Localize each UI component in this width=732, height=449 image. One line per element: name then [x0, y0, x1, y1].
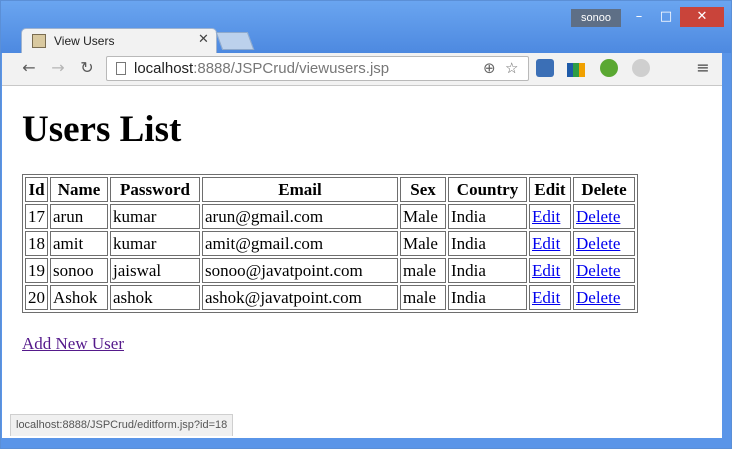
users-table: Id Name Password Email Sex Country Edit …	[22, 174, 638, 313]
tab-close-icon[interactable]: ✕	[198, 32, 209, 47]
edit-link[interactable]: Edit	[532, 234, 560, 253]
browser-toolbar: ← → ↻ localhost:8888/JSPCrud/viewusers.j…	[2, 53, 722, 86]
cell-name: arun	[50, 204, 108, 229]
back-button[interactable]: ←	[18, 57, 40, 79]
cell-name: Ashok	[50, 285, 108, 310]
status-bar: localhost:8888/JSPCrud/editform.jsp?id=1…	[10, 414, 234, 436]
delete-link[interactable]: Delete	[576, 234, 620, 253]
ext-chart-icon[interactable]	[567, 63, 585, 77]
cell-edit: Edit	[529, 204, 571, 229]
cell-sex: Male	[400, 204, 446, 229]
column-header: Email	[202, 177, 398, 202]
cell-password: jaiswal	[110, 258, 200, 283]
edit-link[interactable]: Edit	[532, 207, 560, 226]
cell-name: sonoo	[50, 258, 108, 283]
page-viewport: Users List Id Name Password Email Sex Co…	[2, 86, 722, 438]
bookmark-star-icon[interactable]: ☆	[505, 59, 518, 77]
column-header: Sex	[400, 177, 446, 202]
cell-delete: Delete	[573, 258, 635, 283]
edit-link[interactable]: Edit	[532, 288, 560, 307]
address-bar[interactable]: localhost:8888/JSPCrud/viewusers.jsp ⊕ ☆	[106, 56, 529, 81]
table-row: 19 sonoo jaiswal sonoo@javatpoint.com ma…	[25, 258, 635, 283]
cell-password: ashok	[110, 285, 200, 310]
url-host: localhost	[134, 60, 194, 77]
column-header: Password	[110, 177, 200, 202]
maximize-button[interactable]: □	[652, 7, 680, 27]
cell-email: amit@gmail.com	[202, 231, 398, 256]
column-header: Name	[50, 177, 108, 202]
cell-delete: Delete	[573, 231, 635, 256]
cell-country: India	[448, 258, 527, 283]
cell-password: kumar	[110, 204, 200, 229]
table-header-row: Id Name Password Email Sex Country Edit …	[25, 177, 635, 202]
cell-sex: male	[400, 285, 446, 310]
cell-password: kumar	[110, 231, 200, 256]
close-window-button[interactable]: ✕	[680, 7, 724, 27]
table-row: 17 arun kumar arun@gmail.com Male India …	[25, 204, 635, 229]
url-text[interactable]: localhost:8888/JSPCrud/viewusers.jsp	[134, 60, 389, 77]
column-header: Country	[448, 177, 527, 202]
title-bar: sonoo – □ ✕ View Users ✕	[1, 1, 731, 54]
ext-a-icon[interactable]	[536, 59, 554, 77]
cell-edit: Edit	[529, 285, 571, 310]
edit-link[interactable]: Edit	[532, 261, 560, 280]
delete-link[interactable]: Delete	[576, 261, 620, 280]
cell-id: 20	[25, 285, 48, 310]
cell-id: 19	[25, 258, 48, 283]
cell-edit: Edit	[529, 258, 571, 283]
favicon-icon	[32, 34, 46, 48]
cell-edit: Edit	[529, 231, 571, 256]
tab-title: View Users	[54, 34, 115, 48]
cell-email: ashok@javatpoint.com	[202, 285, 398, 310]
table-row: 18 amit kumar amit@gmail.com Male India …	[25, 231, 635, 256]
cell-country: India	[448, 231, 527, 256]
cell-email: arun@gmail.com	[202, 204, 398, 229]
delete-link[interactable]: Delete	[576, 207, 620, 226]
new-tab-button[interactable]	[215, 32, 255, 50]
cell-sex: Male	[400, 231, 446, 256]
cell-delete: Delete	[573, 285, 635, 310]
forward-button[interactable]: →	[47, 57, 69, 79]
cell-country: India	[448, 204, 527, 229]
url-path: :8888/JSPCrud/viewusers.jsp	[193, 60, 390, 77]
cell-id: 18	[25, 231, 48, 256]
reload-button[interactable]: ↻	[76, 57, 98, 79]
ext-faded-icon[interactable]	[664, 59, 682, 77]
tab-view-users[interactable]: View Users ✕	[21, 28, 217, 54]
cell-id: 17	[25, 204, 48, 229]
page-title: Users List	[22, 109, 182, 150]
zoom-icon[interactable]: ⊕	[483, 59, 496, 77]
minimize-button[interactable]: –	[625, 7, 653, 27]
cell-name: amit	[50, 231, 108, 256]
cell-sex: male	[400, 258, 446, 283]
column-header: Delete	[573, 177, 635, 202]
cell-country: India	[448, 285, 527, 310]
page-icon	[116, 62, 126, 75]
cell-delete: Delete	[573, 204, 635, 229]
cell-email: sonoo@javatpoint.com	[202, 258, 398, 283]
column-header: Id	[25, 177, 48, 202]
add-new-user-link[interactable]: Add New User	[22, 334, 124, 354]
menu-icon[interactable]: ≡	[694, 58, 712, 77]
profile-badge[interactable]: sonoo	[571, 9, 621, 27]
browser-window: sonoo – □ ✕ View Users ✕ ← → ↻ localhost…	[0, 0, 732, 449]
ext-green-icon[interactable]	[600, 59, 618, 77]
delete-link[interactable]: Delete	[576, 288, 620, 307]
column-header: Edit	[529, 177, 571, 202]
table-row: 20 Ashok ashok ashok@javatpoint.com male…	[25, 285, 635, 310]
ext-m-icon[interactable]	[632, 59, 650, 77]
